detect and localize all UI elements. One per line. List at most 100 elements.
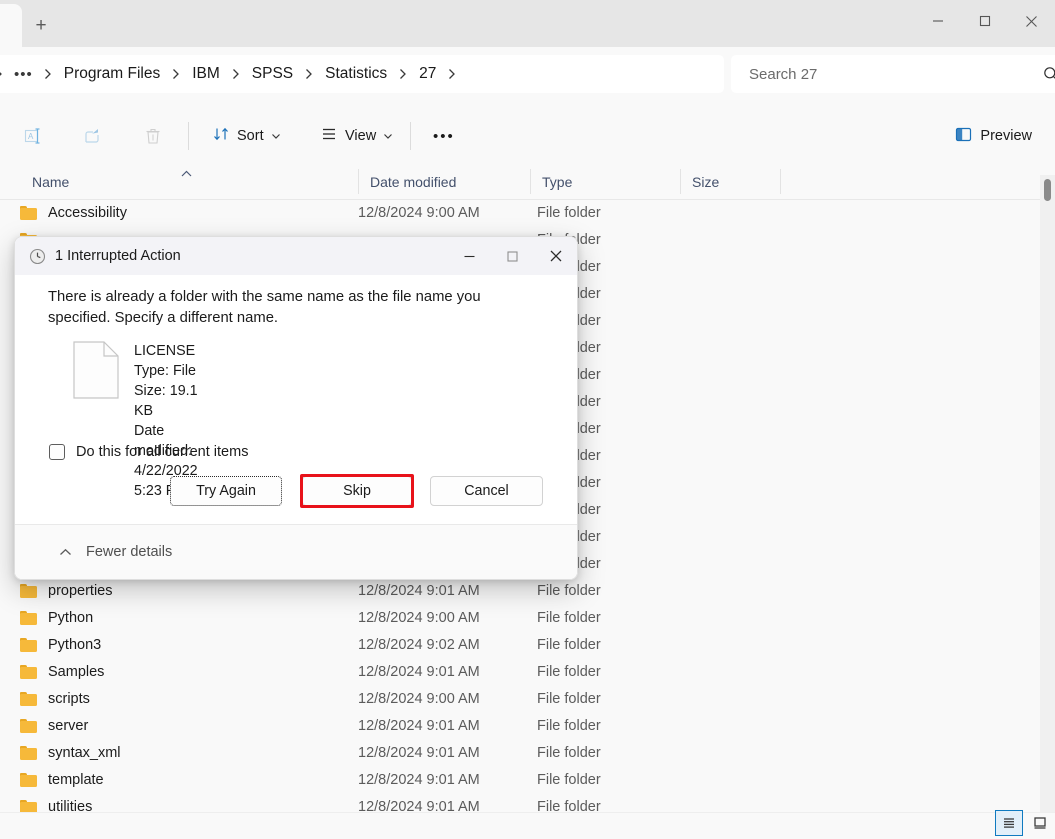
folder-icon [20, 206, 37, 220]
column-header-row: Name Date modified Type Size [0, 164, 1055, 200]
column-header-size[interactable]: Size [680, 164, 780, 199]
sort-button[interactable]: Sort [203, 119, 290, 153]
file-icon [73, 341, 119, 399]
do-this-for-all-checkbox-row[interactable]: Do this for all current items [49, 444, 248, 460]
delete-button[interactable] [132, 119, 174, 153]
scrollbar-thumb[interactable] [1044, 179, 1051, 201]
table-row[interactable]: Accessibility12/8/2024 9:00 AMFile folde… [0, 199, 1041, 226]
dialog-close-button[interactable] [534, 237, 577, 275]
try-again-button[interactable]: Try Again [170, 476, 282, 506]
file-type-cell: File folder [537, 685, 601, 712]
preview-button[interactable]: Preview [945, 119, 1041, 153]
folder-icon [20, 773, 37, 787]
minimize-icon [932, 15, 944, 27]
close-icon [1025, 15, 1038, 28]
breadcrumb-separator-icon [394, 68, 412, 80]
file-name-cell: Python3 [20, 631, 101, 658]
view-button[interactable]: View [311, 119, 402, 153]
view-label: View [345, 128, 376, 144]
table-row[interactable]: properties12/8/2024 9:01 AMFile folder [0, 577, 1041, 604]
file-name-cell: utilities [20, 793, 92, 813]
maximize-icon [506, 250, 519, 263]
close-button[interactable] [1008, 0, 1055, 42]
breadcrumb-separator-icon [443, 68, 461, 80]
tab-active[interactable] [0, 4, 22, 47]
file-type-cell: File folder [537, 712, 601, 739]
file-name-cell: syntax_xml [20, 739, 121, 766]
breadcrumb-separator-icon [167, 68, 185, 80]
breadcrumb-separator-icon [39, 68, 57, 80]
share-icon [83, 126, 103, 146]
do-this-for-all-label: Do this for all current items [76, 444, 248, 460]
maximize-button[interactable] [961, 0, 1008, 42]
table-row[interactable]: template12/8/2024 9:01 AMFile folder [0, 766, 1041, 793]
table-row[interactable]: Python312/8/2024 9:02 AMFile folder [0, 631, 1041, 658]
table-row[interactable]: scripts12/8/2024 9:00 AMFile folder [0, 685, 1041, 712]
breadcrumb-separator-icon [0, 68, 8, 80]
file-size: Size: 19.1 KB [134, 381, 198, 421]
dialog-maximize-button[interactable] [491, 237, 534, 275]
chevron-down-icon [271, 131, 281, 141]
column-header-type[interactable]: Type [530, 164, 680, 199]
status-bar [0, 812, 1055, 839]
search-icon [1043, 66, 1055, 82]
sort-ascending-indicator-icon [181, 165, 192, 183]
minimize-button[interactable] [914, 0, 961, 42]
rename-button[interactable]: A [12, 119, 54, 153]
file-explorer-window: + [0, 0, 1055, 839]
table-row[interactable]: utilities12/8/2024 9:01 AMFile folder [0, 793, 1041, 813]
file-name: LICENSE [134, 341, 198, 361]
file-type: Type: File [134, 361, 198, 381]
file-date-cell: 12/8/2024 9:01 AM [358, 577, 480, 604]
dialog-footer: Fewer details [15, 524, 577, 579]
folder-icon [20, 746, 37, 760]
breadcrumb-item-spss[interactable]: SPSS [245, 62, 300, 86]
new-tab-button[interactable]: + [24, 12, 58, 38]
dialog-title-bar: 1 Interrupted Action [15, 237, 577, 275]
large-icons-view-icon [1032, 815, 1048, 831]
skip-button-annotation [300, 474, 414, 508]
file-name-label: utilities [48, 799, 92, 814]
sort-label: Sort [237, 128, 264, 144]
file-name-label: template [48, 772, 104, 788]
table-row[interactable]: syntax_xml 12/8/2024 9:01 AM File folder [0, 739, 1041, 766]
table-row[interactable]: server12/8/2024 9:01 AMFile folder [0, 712, 1041, 739]
command-bar: A [0, 108, 1055, 164]
breadcrumb[interactable]: ••• Program Files IBM SPSS Statistics 27 [0, 55, 724, 93]
breadcrumb-item-27[interactable]: 27 [412, 62, 443, 86]
cancel-button[interactable]: Cancel [430, 476, 543, 506]
breadcrumb-item-ibm[interactable]: IBM [185, 62, 227, 86]
column-divider[interactable] [780, 169, 781, 194]
file-name-label: Python [48, 610, 93, 626]
file-type-cell: File folder [537, 577, 601, 604]
breadcrumb-item-program-files[interactable]: Program Files [57, 62, 167, 86]
details-view-toggle[interactable] [995, 810, 1023, 836]
file-date-cell: 12/8/2024 9:01 AM [358, 739, 480, 766]
dialog-minimize-button[interactable] [448, 237, 491, 275]
file-name-cell: Accessibility [20, 199, 127, 226]
dialog-window-controls [448, 237, 577, 275]
sort-icon [212, 125, 230, 147]
table-row[interactable]: Samples12/8/2024 9:01 AMFile folder [0, 658, 1041, 685]
see-more-button[interactable]: ••• [424, 119, 464, 153]
title-bar: + [0, 0, 1055, 47]
file-date-cell: 12/8/2024 9:01 AM [358, 766, 480, 793]
file-type-cell: File folder [537, 739, 601, 766]
vertical-scrollbar[interactable] [1040, 175, 1055, 813]
search-input[interactable]: Search 27 [731, 55, 1055, 93]
do-this-for-all-checkbox[interactable] [49, 444, 65, 460]
column-header-date-modified[interactable]: Date modified [358, 164, 537, 199]
file-name-label: scripts [48, 691, 90, 707]
breadcrumb-overflow-button[interactable]: ••• [8, 63, 39, 86]
file-type-cell: File folder [537, 658, 601, 685]
share-button[interactable] [72, 119, 114, 153]
chevron-up-icon [59, 548, 72, 557]
view-icon [320, 125, 338, 147]
preview-pane-icon [954, 125, 973, 148]
breadcrumb-item-statistics[interactable]: Statistics [318, 62, 394, 86]
large-icons-view-toggle[interactable] [1026, 810, 1054, 836]
fewer-details-button[interactable]: Fewer details [86, 544, 172, 560]
table-row[interactable]: Python12/8/2024 9:00 AMFile folder [0, 604, 1041, 631]
close-icon [549, 249, 563, 263]
svg-text:A: A [28, 132, 34, 141]
